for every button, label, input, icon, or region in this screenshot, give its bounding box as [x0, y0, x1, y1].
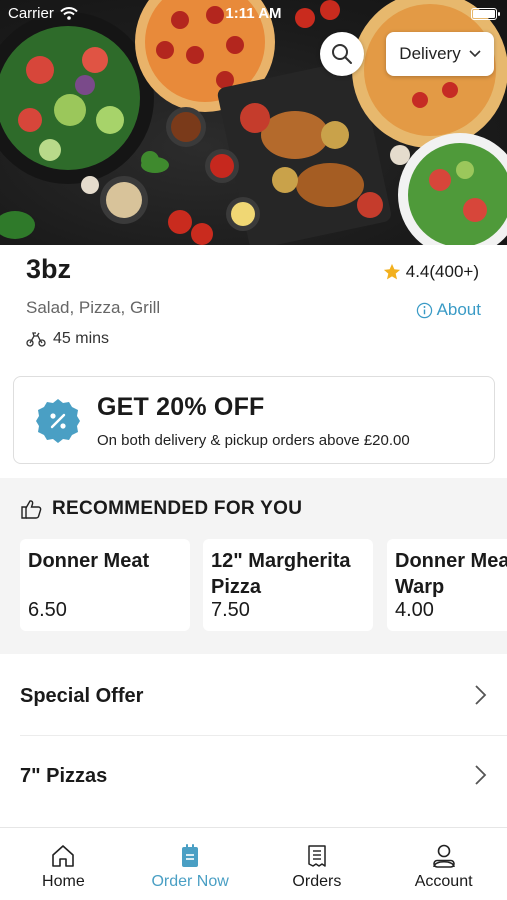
status-bar: Carrier 1:11 AM — [0, 0, 507, 28]
item-name: 12" Margherita Pizza — [211, 550, 351, 598]
promo-subtitle: On both delivery & pickup orders above £… — [97, 432, 410, 449]
delivery-mode-label: Delivery — [399, 44, 461, 63]
person-icon — [432, 844, 455, 868]
info-icon — [416, 302, 432, 318]
item-name: Donner Meat — [28, 550, 150, 572]
item-price: 7.50 — [211, 599, 250, 621]
item-name: Donner Meat Warp — [395, 550, 507, 598]
delivery-time-value: 45 mins — [53, 330, 110, 347]
star-icon — [383, 263, 400, 280]
scooter-icon — [26, 332, 46, 347]
category-label: Special Offer — [20, 684, 144, 707]
category-row-7-pizzas[interactable]: 7" Pizzas — [0, 736, 507, 816]
tab-label: Account — [414, 873, 473, 890]
chevron-right-icon — [475, 685, 487, 705]
tab-label: Orders — [292, 873, 342, 890]
recommended-item[interactable]: Donner Meat Warp 4.00 — [387, 539, 507, 631]
delivery-mode-select[interactable]: Delivery — [386, 32, 494, 76]
battery-icon — [471, 8, 500, 20]
item-price: 6.50 — [28, 599, 67, 621]
recommended-title: RECOMMENDED FOR YOU — [52, 498, 303, 519]
about-label: About — [436, 300, 481, 319]
chevron-down-icon — [469, 50, 481, 58]
status-time: 1:11 AM — [225, 5, 282, 22]
item-price: 4.00 — [395, 599, 434, 621]
tab-account[interactable]: Account — [380, 828, 507, 900]
recommended-item[interactable]: 12" Margherita Pizza 7.50 — [203, 539, 373, 631]
tab-label: Order Now — [151, 873, 229, 890]
search-button[interactable] — [320, 32, 364, 76]
promo-title: GET 20% OFF — [97, 393, 265, 421]
tab-order-now[interactable]: Order Now — [127, 828, 254, 900]
chevron-right-icon — [475, 765, 487, 785]
promo-card[interactable]: GET 20% OFF On both delivery & pickup or… — [13, 376, 495, 464]
recommended-item[interactable]: Donner Meat 6.50 — [20, 539, 190, 631]
restaurant-name: 3bz — [26, 254, 72, 284]
tab-home[interactable]: Home — [0, 828, 127, 900]
delivery-time: 45 mins — [26, 330, 109, 348]
rating: 4.4(400+) — [383, 262, 479, 282]
tab-label: Home — [42, 873, 85, 890]
receipt-icon — [308, 845, 326, 867]
recommended-section: RECOMMENDED FOR YOU Donner Meat 6.50 12"… — [0, 478, 507, 654]
search-icon — [332, 44, 352, 64]
recommended-header: RECOMMENDED FOR YOU — [20, 498, 302, 520]
discount-badge-icon — [36, 399, 80, 443]
cuisines: Salad, Pizza, Grill — [26, 298, 161, 317]
thumbs-up-icon — [21, 500, 42, 519]
tab-bar: Home Order Now Orders Account — [0, 827, 507, 900]
rating-value: 4.4(400+) — [405, 262, 479, 281]
order-icon — [182, 844, 199, 867]
tab-orders[interactable]: Orders — [254, 828, 381, 900]
home-icon — [52, 845, 75, 867]
about-link[interactable]: About — [416, 300, 481, 320]
hero-banner: Carrier 1:11 AM Delivery — [0, 0, 507, 245]
category-label: 7" Pizzas — [20, 764, 108, 787]
category-row-special-offer[interactable]: Special Offer — [0, 656, 507, 736]
